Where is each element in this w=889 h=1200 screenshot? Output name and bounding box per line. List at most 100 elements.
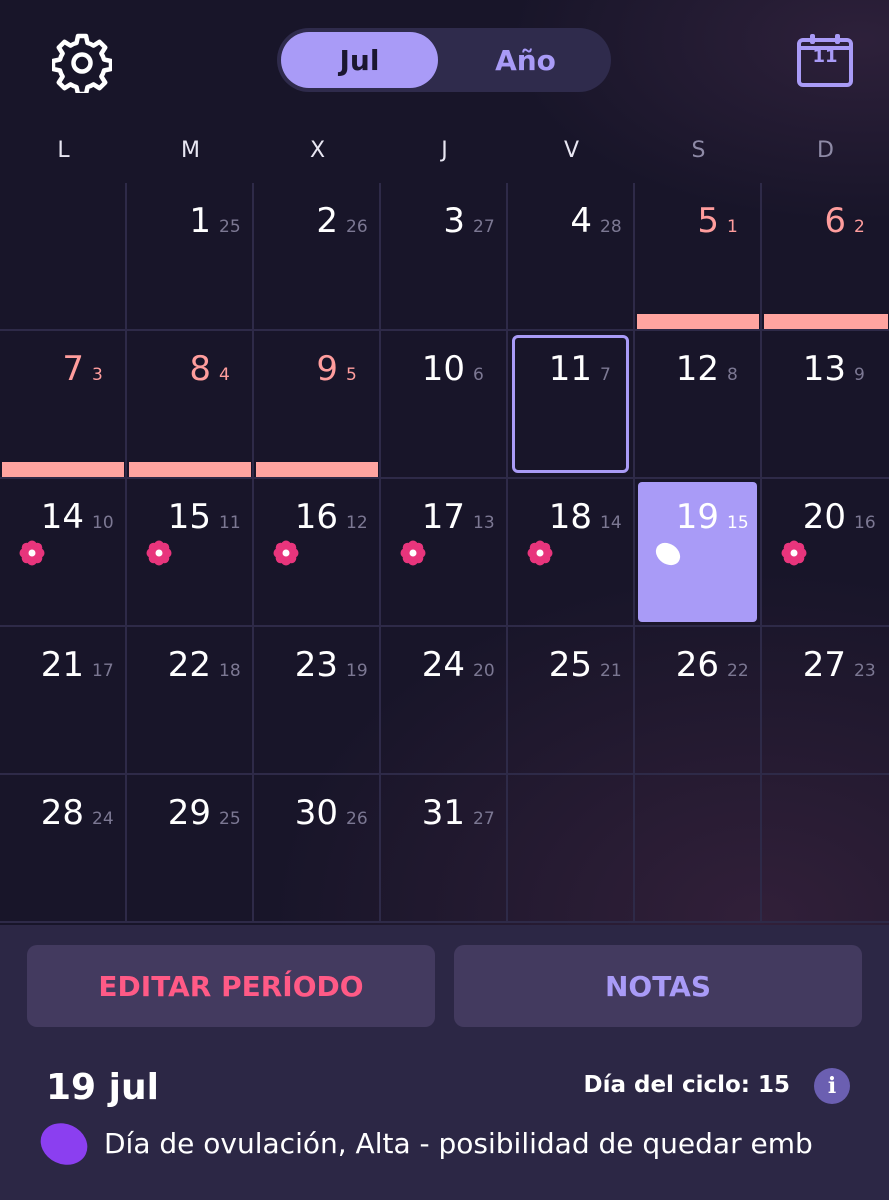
cycle-day-number: 26 (346, 217, 368, 237)
period-bar (2, 462, 124, 477)
cycle-day-number: 28 (600, 217, 622, 237)
calendar-day-cell[interactable]: 4 28 (508, 183, 635, 331)
calendar-panel: Jul Año 11 L M X J V S D 1 25 2 26 3 27 4 28 5 1 6… (0, 0, 889, 925)
calendar-day-cell[interactable]: 11 7 (508, 331, 635, 479)
cycle-day-number: 2 (854, 217, 865, 237)
weekday-label: M (181, 138, 200, 163)
period-bar (129, 462, 251, 477)
cycle-day-number: 26 (346, 809, 368, 829)
day-number: 13 (802, 349, 846, 389)
calendar-day-cell[interactable]: 19 15 (635, 479, 762, 627)
weekday-header: L M X J V S D (0, 138, 889, 168)
cycle-day-number: 10 (92, 513, 114, 533)
fertile-flower-icon (273, 540, 299, 566)
day-number: 30 (294, 793, 338, 833)
calendar-day-cell[interactable]: 95 (254, 331, 381, 479)
day-number: 6 (824, 201, 846, 241)
calendar-day-cell[interactable]: 17 13 (381, 479, 508, 627)
cycle-day-number: 6 (473, 365, 484, 385)
cycle-day-number: 7 (600, 365, 611, 385)
day-number: 5 (697, 201, 719, 241)
month-view-tab[interactable]: Jul (281, 32, 438, 88)
calendar-day-cell[interactable]: 51 (635, 183, 762, 331)
fertile-flower-icon (146, 540, 172, 566)
cycle-day-number: 1 (727, 217, 738, 237)
calendar-day-cell[interactable]: 3 27 (381, 183, 508, 331)
day-number: 8 (189, 349, 211, 389)
calendar-day-cell[interactable]: 22 18 (127, 627, 254, 775)
cycle-day-number: 11 (219, 513, 241, 533)
month-grid: 1 25 2 26 3 27 4 28 5 1 6 2 7 3 8 4 9 5 10 6 11 7 12 8 13 9 14 10 15… (0, 183, 889, 925)
calendar-day-cell[interactable]: 21 17 (0, 627, 127, 775)
weekday-label: V (563, 138, 580, 163)
weekday-label: X (309, 138, 326, 163)
day-number: 2 (316, 201, 338, 241)
year-view-tab[interactable]: Año (447, 32, 604, 88)
calendar-day-cell[interactable]: 26 22 (635, 627, 762, 775)
calendar-day-cell[interactable]: 31 27 (381, 775, 508, 923)
cycle-day-number: 27 (473, 809, 495, 829)
calendar-day-cell[interactable]: 62 (762, 183, 889, 331)
calendar-day-cell[interactable]: 23 19 (254, 627, 381, 775)
cycle-day-number: 5 (346, 365, 357, 385)
day-description: Día de ovulación, Alta - posibilidad de … (104, 1127, 813, 1160)
empty-day-cell (0, 183, 127, 331)
calendar-day-cell[interactable]: 30 26 (254, 775, 381, 923)
calendar-day-cell[interactable]: 29 25 (127, 775, 254, 923)
selected-date: 19 jul (46, 1067, 159, 1108)
calendar-day-cell[interactable]: 84 (127, 331, 254, 479)
calendar-day-cell[interactable]: 12 8 (635, 331, 762, 479)
day-number: 11 (548, 349, 592, 389)
calendar-day-cell[interactable]: 24 20 (381, 627, 508, 775)
weekday-label: L (57, 138, 70, 163)
cycle-day-number: 14 (600, 513, 622, 533)
cycle-day-number: 27 (473, 217, 495, 237)
cycle-day-number: 3 (92, 365, 103, 385)
cycle-day-number: 13 (473, 513, 495, 533)
empty-day-cell (762, 775, 889, 923)
today-button[interactable]: 11 (797, 33, 853, 87)
calendar-day-cell[interactable]: 16 12 (254, 479, 381, 627)
cycle-day-number: 25 (219, 809, 241, 829)
day-number: 17 (421, 497, 465, 537)
calendar-day-cell[interactable]: 2 26 (254, 183, 381, 331)
gear-icon[interactable] (52, 33, 112, 93)
day-number: 16 (294, 497, 338, 537)
fertile-flower-icon (527, 540, 553, 566)
calendar-day-cell[interactable]: 13 9 (762, 331, 889, 479)
period-bar (256, 462, 378, 477)
calendar-day-cell[interactable]: 1 25 (127, 183, 254, 331)
calendar-day-cell[interactable]: 14 10 (0, 479, 127, 627)
edit-period-button[interactable]: EDITAR PERÍODO (27, 945, 435, 1027)
ovulation-egg-icon (40, 1123, 88, 1165)
cycle-day-number: 8 (727, 365, 738, 385)
calendar-day-cell[interactable]: 28 24 (0, 775, 127, 923)
calendar-day-cell[interactable]: 15 11 (127, 479, 254, 627)
cycle-day-number: 12 (346, 513, 368, 533)
day-number: 3 (443, 201, 465, 241)
day-number: 20 (802, 497, 846, 537)
fertile-flower-icon (19, 540, 45, 566)
day-number: 4 (570, 201, 592, 241)
period-bar (764, 314, 888, 329)
info-icon[interactable]: i (814, 1068, 850, 1104)
today-number: 11 (812, 46, 838, 67)
day-number: 1 (189, 201, 211, 241)
day-number: 12 (675, 349, 719, 389)
calendar-day-cell[interactable]: 73 (0, 331, 127, 479)
cycle-day-number: 17 (92, 661, 114, 681)
day-number: 24 (421, 645, 465, 685)
weekday-label: J (441, 138, 448, 163)
day-number: 31 (421, 793, 465, 833)
day-number: 9 (316, 349, 338, 389)
calendar-day-cell[interactable]: 10 6 (381, 331, 508, 479)
cycle-day-number: 4 (219, 365, 230, 385)
cycle-day-number: 20 (473, 661, 495, 681)
weekday-label: D (817, 138, 834, 163)
calendar-day-cell[interactable]: 18 14 (508, 479, 635, 627)
calendar-day-cell[interactable]: 27 23 (762, 627, 889, 775)
calendar-day-cell[interactable]: 20 16 (762, 479, 889, 627)
calendar-day-cell[interactable]: 25 21 (508, 627, 635, 775)
notes-button[interactable]: NOTAS (454, 945, 862, 1027)
cycle-day-number: 24 (92, 809, 114, 829)
